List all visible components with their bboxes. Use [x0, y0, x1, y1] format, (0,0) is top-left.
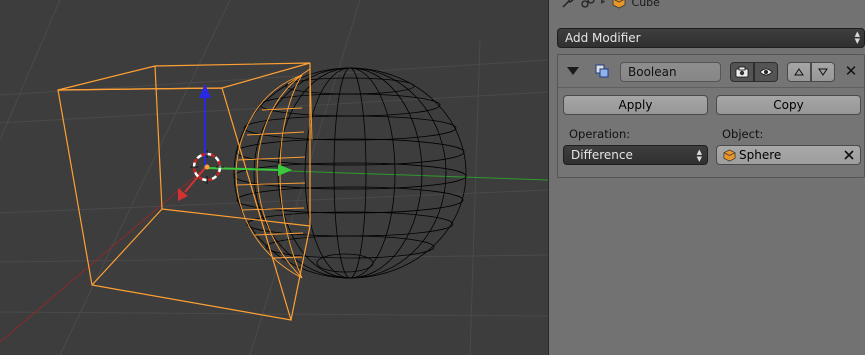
viewport-toggle-button[interactable]	[754, 62, 778, 82]
y-axis-handle	[204, 167, 285, 171]
clear-object-close-icon[interactable]	[842, 148, 856, 162]
object-value: Sphere	[739, 148, 782, 162]
operation-label: Operation:	[569, 127, 631, 141]
render-toggle-button[interactable]	[730, 62, 754, 82]
render-visibility-toggles	[730, 62, 778, 82]
apply-label: Apply	[618, 98, 653, 112]
arrow-down-icon	[818, 68, 828, 76]
remove-modifier-close-icon[interactable]: ✕	[843, 62, 859, 80]
viewport-canvas[interactable]	[0, 0, 548, 355]
properties-panel: ▸ Cube Add Modifier ▲ ▼ Boolean ✕ Apply …	[548, 0, 865, 355]
breadcrumb-separator-icon: ▸	[601, 0, 606, 7]
copy-button[interactable]: Copy	[716, 95, 861, 115]
arrow-up-icon	[794, 68, 804, 76]
modifier-name-text: Boolean	[628, 65, 677, 79]
apply-button[interactable]: Apply	[563, 95, 708, 115]
add-modifier-dropdown[interactable]: Add Modifier ▲ ▼	[557, 28, 865, 48]
breadcrumb-object-label[interactable]: Cube	[632, 0, 660, 9]
object-field[interactable]: Sphere	[716, 145, 861, 165]
copy-label: Copy	[773, 98, 804, 112]
y-arrow-icon	[278, 164, 292, 176]
dropdown-arrows-icon: ▲ ▼	[696, 148, 702, 163]
link-icon	[581, 0, 595, 9]
cube-icon	[612, 0, 626, 9]
3d-viewport[interactable]	[0, 0, 548, 355]
modifier-header: Boolean ✕	[558, 55, 864, 88]
breadcrumb: ▸ Cube	[561, 0, 660, 10]
move-down-button[interactable]	[811, 62, 835, 82]
collapse-triangle-icon[interactable]	[567, 67, 579, 75]
boolean-modifier-panel: Boolean ✕ Apply Copy Operation: Object: …	[557, 54, 865, 178]
z-arrow-icon	[199, 84, 211, 98]
operation-value: Difference	[571, 148, 633, 162]
cube-wireframe	[57, 62, 311, 321]
boolean-modifier-icon	[595, 64, 609, 78]
operation-dropdown[interactable]: Difference ▲ ▼	[563, 145, 708, 165]
camera-icon	[735, 66, 749, 78]
move-modifier-buttons	[787, 62, 835, 82]
eye-icon	[759, 68, 773, 76]
dropdown-arrows-icon: ▲ ▼	[854, 30, 860, 45]
object-label: Object:	[722, 127, 764, 141]
cube-icon	[723, 149, 736, 162]
modifier-name-field[interactable]: Boolean	[620, 62, 721, 82]
wrench-icon	[561, 0, 575, 9]
x-axis-line	[0, 167, 206, 343]
move-up-button[interactable]	[787, 62, 811, 82]
add-modifier-label: Add Modifier	[565, 31, 641, 45]
